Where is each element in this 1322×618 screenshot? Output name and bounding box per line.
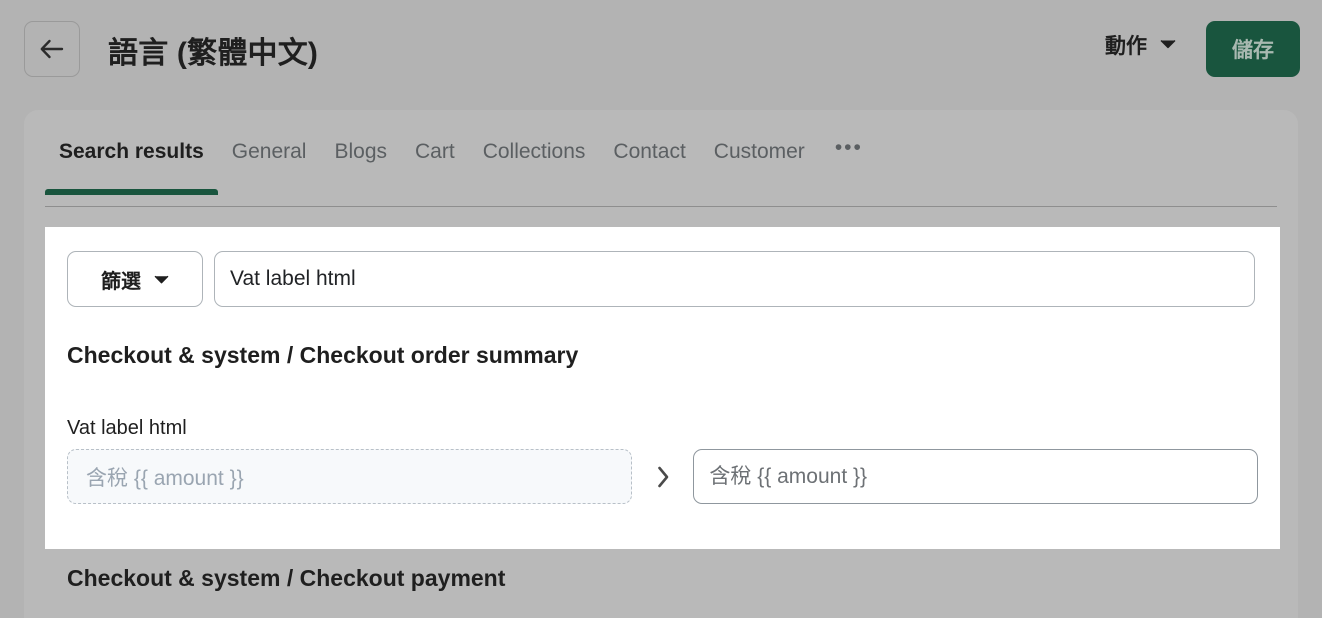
- tab-label: Cart: [401, 140, 469, 164]
- save-button[interactable]: 儲存: [1206, 21, 1300, 77]
- tab-label: Blogs: [320, 140, 401, 164]
- tab-label: Contact: [599, 140, 699, 164]
- chevron-down-icon: [154, 272, 169, 287]
- tab-blogs[interactable]: Blogs: [320, 140, 401, 195]
- source-value-box: 含稅 {{ amount }}: [67, 449, 632, 504]
- tab-label: Customer: [700, 140, 819, 164]
- page-title: 語言 (繁體中文): [108, 28, 318, 72]
- results-card: 篩選 Checkout & system / Checkout order su…: [45, 227, 1280, 549]
- filter-button[interactable]: 篩選: [67, 251, 203, 307]
- tab-label: Search results: [45, 140, 218, 164]
- tab-divider: [45, 206, 1277, 207]
- field-label: Vat label html: [67, 417, 187, 440]
- tab-collections[interactable]: Collections: [469, 140, 600, 195]
- tab-customer[interactable]: Customer: [700, 140, 819, 195]
- search-input[interactable]: [214, 251, 1255, 307]
- section-heading: Checkout & system / Checkout payment: [67, 565, 505, 592]
- translation-field-row: 含稅 {{ amount }}: [67, 449, 1258, 504]
- filter-toolbar: 篩選: [67, 251, 1255, 307]
- tab-label: Collections: [469, 140, 600, 164]
- arrow-left-icon: [39, 39, 65, 59]
- tab-overflow-menu[interactable]: •••: [819, 140, 879, 195]
- tab-general[interactable]: General: [218, 140, 321, 195]
- chevron-right-icon: [632, 466, 694, 488]
- tab-cart[interactable]: Cart: [401, 140, 469, 195]
- filter-button-label: 篩選: [101, 265, 141, 294]
- tab-label: General: [218, 140, 321, 164]
- top-header-bar: 語言 (繁體中文) 動作 儲存: [0, 0, 1322, 98]
- ellipsis-icon: •••: [819, 136, 879, 160]
- content-shell: Search results General Blogs Cart Collec…: [24, 110, 1298, 618]
- chevron-down-icon: [1160, 36, 1176, 54]
- actions-menu-label: 動作: [1105, 30, 1147, 60]
- back-button[interactable]: [24, 21, 80, 77]
- tab-contact[interactable]: Contact: [599, 140, 699, 195]
- section-heading: Checkout & system / Checkout order summa…: [67, 342, 578, 369]
- tab-list: Search results General Blogs Cart Collec…: [45, 140, 879, 195]
- tab-search-results[interactable]: Search results: [45, 140, 218, 195]
- translation-input[interactable]: [693, 449, 1258, 504]
- actions-menu-button[interactable]: 動作: [1105, 30, 1176, 60]
- tab-bar: Search results General Blogs Cart Collec…: [24, 110, 1298, 208]
